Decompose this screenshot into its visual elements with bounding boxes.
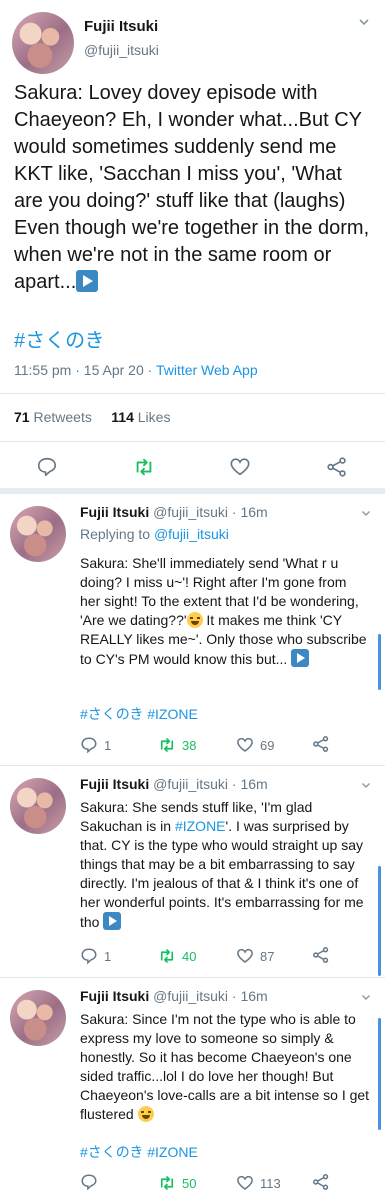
reply-header: Fujii Itsuki @fujii_itsuki · 16m: [80, 504, 268, 520]
retweets-stat[interactable]: 71 Retweets: [14, 409, 92, 425]
like-icon: [237, 948, 253, 963]
hashtag-link[interactable]: #さくのき: [14, 324, 105, 353]
engagement-counts: 71 Retweets 114 Likes: [14, 409, 170, 425]
like-count[interactable]: 113: [236, 1173, 281, 1193]
reply-actions: 1 38 69: [80, 735, 340, 757]
like-count[interactable]: 69: [236, 735, 274, 755]
author-name[interactable]: Fujii Itsuki: [84, 18, 158, 35]
reply-header: Fujii Itsuki @fujii_itsuki · 16m: [80, 988, 268, 1004]
replying-to: Replying to @fujii_itsuki: [80, 526, 229, 542]
retweet-count[interactable]: 38: [158, 735, 196, 755]
scrollbar[interactable]: [378, 1018, 381, 1130]
share-icon[interactable]: [326, 456, 348, 478]
share-icon[interactable]: [312, 946, 330, 964]
author-name[interactable]: Fujii Itsuki: [80, 776, 149, 792]
reply-text: Sakura: She sends stuff like, 'I'm glad …: [80, 799, 364, 930]
replying-to-handle[interactable]: @fujii_itsuki: [154, 526, 229, 542]
reply-count[interactable]: 1: [80, 735, 111, 755]
reply-header: Fujii Itsuki @fujii_itsuki · 16m: [80, 776, 268, 792]
reply-text: Sakura: Since I'm not the type who is ab…: [80, 1011, 370, 1122]
reply-icon[interactable]: [80, 1173, 98, 1191]
retweet-icon: [160, 1176, 174, 1190]
retweet-icon[interactable]: [133, 456, 155, 478]
avatar[interactable]: [10, 990, 66, 1046]
reply-icon: [81, 948, 97, 965]
main-tweet-header: Fujii Itsuki @fujii_itsuki: [12, 12, 372, 76]
author-name[interactable]: Fujii Itsuki: [80, 988, 149, 1004]
divider: [0, 765, 385, 766]
laughing-emoji-icon: [137, 1106, 154, 1122]
tweet-source-link[interactable]: Twitter Web App: [156, 362, 258, 378]
author-handle[interactable]: @fujii_itsuki: [153, 776, 228, 792]
tweet-age[interactable]: 16m: [240, 504, 267, 520]
play-button-emoji-icon: [103, 912, 122, 930]
reply-actions: 50 113: [80, 1173, 340, 1195]
retweet-icon: [160, 738, 174, 752]
tweet-age[interactable]: 16m: [240, 776, 267, 792]
hashtag-link[interactable]: #IZONE: [175, 818, 226, 834]
avatar[interactable]: [12, 12, 74, 74]
author-name[interactable]: Fujii Itsuki: [80, 504, 149, 520]
like-count[interactable]: 87: [236, 946, 274, 966]
play-button-emoji-icon: [291, 649, 310, 667]
author-handle[interactable]: @fujii_itsuki: [153, 504, 228, 520]
avatar[interactable]: [10, 778, 66, 834]
chevron-down-icon[interactable]: [358, 16, 370, 28]
divider: [0, 977, 385, 978]
tweet-date[interactable]: 15 Apr 20: [84, 362, 144, 378]
tweet-age[interactable]: 16m: [240, 988, 267, 1004]
share-icon[interactable]: [312, 1173, 330, 1191]
tweet-text: Sakura: Lovey dovey episode with Chaeyeo…: [14, 80, 374, 296]
retweet-icon: [160, 949, 174, 963]
avatar[interactable]: [10, 506, 66, 562]
tweet-text-body: Sakura: Lovey dovey episode with Chaeyeo…: [14, 82, 370, 293]
thread-separator: [0, 488, 385, 494]
reply-icon: [81, 737, 97, 754]
laughing-emoji-icon: [186, 612, 203, 628]
reply-text: Sakura: She'll immediately send 'What r …: [80, 555, 367, 667]
reply-icon[interactable]: [36, 456, 58, 478]
author-handle[interactable]: @fujii_itsuki: [153, 988, 228, 1004]
reply-count[interactable]: 1: [80, 946, 111, 966]
share-icon[interactable]: [312, 735, 330, 753]
like-icon: [237, 1175, 253, 1190]
reply-actions: 1 40 87: [80, 946, 340, 968]
retweet-count[interactable]: 50: [158, 1173, 196, 1193]
retweet-count[interactable]: 40: [158, 946, 196, 966]
chevron-down-icon[interactable]: [361, 992, 371, 1002]
tweet-meta: 11:55 pm · 15 Apr 20 · Twitter Web App: [14, 362, 258, 378]
hashtag-links[interactable]: #さくのき #IZONE: [80, 704, 198, 724]
like-icon[interactable]: [229, 456, 251, 478]
scrollbar[interactable]: [378, 634, 381, 690]
hashtag-links[interactable]: #さくのき #IZONE: [80, 1142, 198, 1162]
chevron-down-icon[interactable]: [361, 508, 371, 518]
chevron-down-icon[interactable]: [361, 780, 371, 790]
divider: [0, 441, 385, 442]
divider: [0, 393, 385, 394]
play-button-emoji-icon: [76, 270, 99, 292]
scrollbar[interactable]: [378, 866, 381, 976]
tweet-actions: [0, 450, 385, 484]
tweet-time[interactable]: 11:55 pm: [14, 362, 71, 378]
like-icon: [237, 737, 253, 752]
author-handle[interactable]: @fujii_itsuki: [84, 42, 159, 58]
likes-stat[interactable]: 114 Likes: [111, 409, 170, 425]
